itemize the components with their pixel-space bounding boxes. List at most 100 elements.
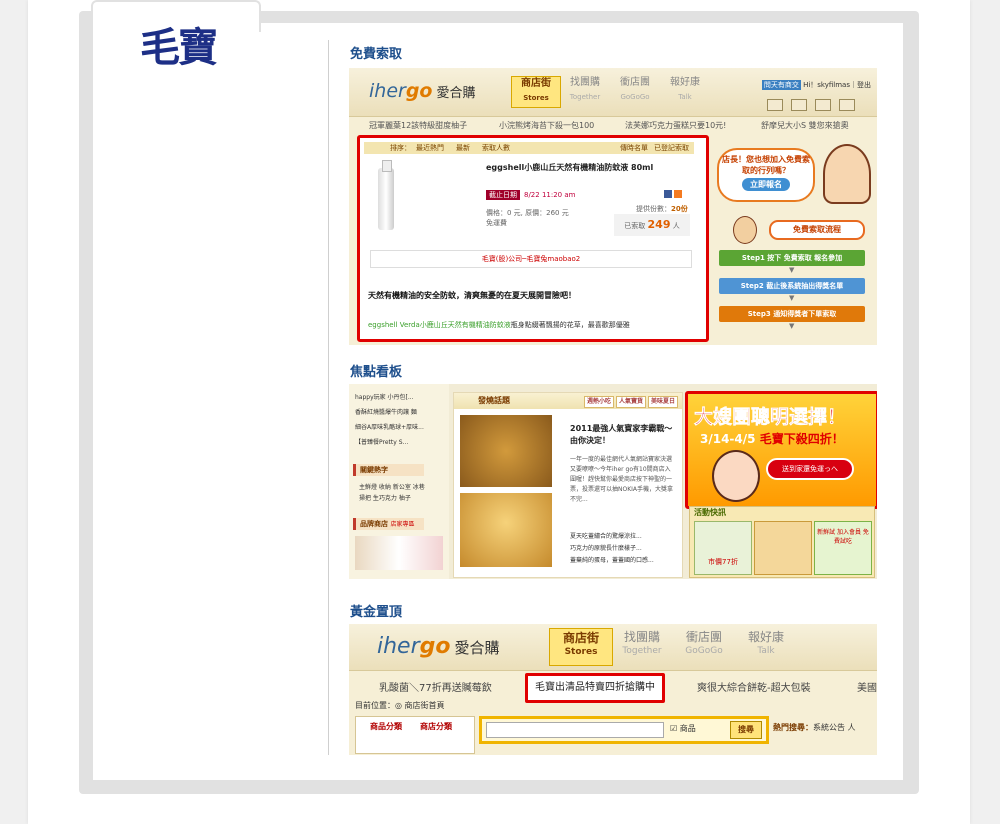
list-item[interactable]: 【普臻餐Pretty S... — [355, 435, 424, 450]
brand-store-banner[interactable] — [355, 536, 443, 570]
promo-row: 乳酸菌＼77折再送贓莓飲 毛寶出清品特賣四折搶購中 爽很大綜合餅乾-超大包裝 美… — [349, 670, 877, 703]
search-option[interactable]: ☑ 商品 — [670, 723, 696, 734]
product-image[interactable] — [378, 160, 394, 230]
sort-option[interactable]: 最新 — [456, 143, 470, 153]
promo-link[interactable]: 乳酸菌＼77折再送贓莓飲 — [379, 679, 492, 694]
chef-illustration — [823, 144, 871, 204]
tab-weekly-snacks[interactable]: 週熱小吃 — [584, 396, 615, 408]
sort-right-link[interactable]: 已登記索取 — [654, 143, 689, 153]
hot-search: 熱門搜尋：系統公告 人 — [773, 723, 856, 732]
product-highlight-box: 排序： 最近熱門 最新 索取人數 傳時名單 已登記索取 eggshell小鹿山丘… — [357, 135, 709, 342]
mail-icon[interactable] — [815, 99, 831, 111]
site-header: ihergo 愛合購 商店街 Stores 找團購 Together 衝店團 GoGoG… — [349, 68, 877, 117]
activity-news: 活動快訊 市價77折 新鮮試 加入會員 免費試吃 — [689, 506, 875, 578]
search-input[interactable] — [486, 722, 664, 738]
topic-body: 一年一度的最佳網代人氣網站寶家決選又要嘹嘹～今年iher go有10間商店入圍喔… — [570, 456, 674, 503]
company-link[interactable]: 毛寶(股)公司─毛寶兔maobao2 — [370, 250, 692, 268]
nav-tab-together[interactable]: 找團購 Together — [561, 76, 609, 106]
screenshot-focus-board: happy玩家 小丹包[... 香酥紅燒醬爆牛肉讓 麵 細谷A厚味乳酪球+厚味.… — [349, 384, 877, 579]
promo-link[interactable]: 小浣熊烤海苔下殺一包100 — [499, 120, 594, 131]
topic-title[interactable]: 2011最強人氣寶家李霸戰～由你決定！ — [570, 423, 674, 447]
tab-summer[interactable]: 美味夏日 — [648, 396, 679, 408]
topic-links: 夏天吃蓋繡合的驚爆涼拉... 巧克力的原貌長什麼樣子... 蓋棄純的蛋母，蓋蓋國… — [570, 531, 654, 567]
hot-words-heading: 關鍵熱字 — [353, 464, 424, 476]
tab-store-category[interactable]: 商店分類 — [420, 721, 452, 732]
nav-tab-stores[interactable]: 商店街 Stores — [511, 76, 561, 108]
brand-store-heading: 品牌商店 店家專區 — [353, 518, 424, 530]
ihergo-logo[interactable]: ihergo 愛合購 — [377, 634, 500, 659]
section-title-golden-top: 黃金置頂 — [350, 605, 403, 620]
plurk-icon[interactable] — [674, 190, 682, 198]
golden-top-promo[interactable]: 毛寶出清品特賣四折搶購中 — [525, 673, 665, 703]
shipping-badge: 送到家還免運っへ — [766, 458, 854, 480]
category-tabs: 商品分類 商店分類 — [355, 716, 475, 754]
maobao-logo: 毛寶 — [140, 24, 218, 71]
join-bubble: 店長！您也想加入免費索取的行列嗎？ 立即報名 — [717, 148, 815, 202]
fried-chicken-image[interactable] — [460, 415, 552, 487]
list-item[interactable]: happy玩家 小丹包[... — [355, 390, 424, 405]
activity-thumb[interactable]: 新鮮試 加入會員 免費試吃 — [814, 521, 872, 575]
topic-link[interactable]: 蓋棄純的蛋母，蓋蓋國的口感... — [570, 555, 654, 567]
nav-tab-gogogo[interactable]: 衝店團 GoGoGo — [611, 76, 659, 106]
site-header: ihergo 愛合購 商店街 Stores 找團購 Together 衝店團 GoGoG… — [349, 624, 877, 671]
search-box: ☑ 商品 搜尋 — [479, 716, 769, 744]
screenshot-golden-top: ihergo 愛合購 商店街 Stores 找團購 Together 衝店團 GoGoG… — [349, 624, 877, 755]
user-icon[interactable] — [839, 99, 855, 111]
topic-link[interactable]: 夏天吃蓋繡合的驚爆涼拉... — [570, 531, 654, 543]
screenshot-free-trial: ihergo 愛合購 商店街 Stores 找團購 Together 衝店團 GoGoG… — [349, 68, 877, 345]
promo-link[interactable]: 美國 — [857, 679, 877, 694]
facebook-icon[interactable] — [664, 190, 672, 198]
promo-banner[interactable]: 大嫂團聰明選擇！ 3/14-4/5 毛寶下殺四折！ 送到家還免運っへ — [685, 391, 877, 509]
sort-right-link[interactable]: 傳時名單 — [620, 143, 648, 153]
header-icons — [759, 96, 855, 115]
product-headline: 天然有機精油的安全防蚊，清爽無憂的在夏天展開冒險吧！ — [368, 291, 576, 300]
search-button[interactable]: 搜尋 — [730, 721, 762, 739]
waiter-illustration — [733, 216, 757, 244]
price-info: 價格：0 元, 原價：260 元免運費 — [486, 209, 569, 227]
hot-topic-panel: 發燒話題 週熱小吃 人氣寶貨 美味夏日 2011最強人氣寶家李霸戰～由你決定！ … — [453, 392, 683, 578]
section-title-focus-board: 焦點看板 — [350, 365, 403, 380]
breadcrumb: 目前位置：◎ 商店街首頁 — [355, 701, 445, 710]
left-column: happy玩家 小丹包[... 香酥紅燒醬爆牛肉讓 麵 細谷A厚味乳酪球+厚味.… — [349, 384, 449, 579]
tab-popular[interactable]: 人氣寶貨 — [616, 396, 647, 408]
ihergo-logo[interactable]: ihergo 愛合購 — [369, 80, 476, 102]
product-name[interactable]: eggshell小鹿山丘天然有機精油防蚊液 80ml — [486, 162, 653, 173]
step-2: Step2 截止後系統抽出得獎名單 — [719, 278, 865, 294]
promo-link[interactable]: 爽很大綜合餅乾-超大包裝 — [697, 679, 811, 694]
promo-link[interactable]: 冠軍麗葉12該特級甜度柚子 — [369, 120, 467, 131]
free-trial-sidebar: 店長！您也想加入免費索取的行列嗎？ 立即報名 免費索取流程 Step1 按下 免費… — [713, 134, 873, 342]
hot-words: 主鮮燈 收納 新公室 冰巷 掃把 生巧克力 柚子 — [359, 484, 425, 502]
nav-tab-stores[interactable]: 商店街 Stores — [549, 628, 613, 666]
sort-option[interactable]: 最近熱門 — [416, 143, 444, 153]
sort-option[interactable]: 索取人數 — [482, 143, 510, 153]
nav-tab-together[interactable]: 找團購 Together — [611, 628, 673, 664]
section-title-free-trial: 免費索取 — [350, 47, 403, 62]
list-item[interactable]: 香酥紅燒醬爆牛肉讓 麵 — [355, 405, 424, 420]
nav-tab-gogogo[interactable]: 衝店團 GoGoGo — [673, 628, 735, 664]
egg-tart-image[interactable] — [460, 493, 552, 567]
product-description: eggshell Verda小鹿山丘天然有機精油防蚊液瓶身點綴著飄揚的花草，最喜… — [368, 321, 630, 329]
tab-product-category[interactable]: 商品分類 — [370, 721, 402, 732]
provide-count: 提供份數：20份 — [636, 205, 688, 213]
promo-link[interactable]: 法芙娜巧克力蛋糕只要10元! — [625, 120, 726, 131]
nav-tab-talk[interactable]: 報好康 Talk — [661, 76, 709, 106]
tool-icon[interactable] — [767, 99, 783, 111]
flow-title: 免費索取流程 — [769, 220, 865, 240]
register-button[interactable]: 立即報名 — [742, 178, 790, 191]
promo-link[interactable]: 舒摩兒大小S 雙您來搶奧 — [761, 120, 849, 131]
hot-topic-header: 發燒話題 週熱小吃 人氣寶貨 美味夏日 — [454, 393, 682, 409]
nav-tab-talk[interactable]: 報好康 Talk — [735, 628, 797, 664]
step-3: Step3 通知得獎者下單索取 — [719, 306, 865, 322]
step-1: Step1 按下 免費索取 報名參加 — [719, 250, 865, 266]
user-box: 問天有商交 Hi！skyfilmas｜登出 — [761, 80, 871, 90]
list-item[interactable]: 細谷A厚味乳酪球+厚味... — [355, 420, 424, 435]
applied-count: 已索取 249 人 — [614, 214, 690, 236]
arrow-down-icon: ▼ — [789, 266, 795, 274]
topic-link[interactable]: 巧克力的原貌長什麼樣子... — [570, 543, 654, 555]
activity-thumb[interactable] — [754, 521, 812, 575]
activity-thumb[interactable]: 市價77折 — [694, 521, 752, 575]
vertical-divider — [328, 40, 329, 755]
woman-illustration — [712, 450, 760, 502]
calendar-icon[interactable] — [791, 99, 807, 111]
left-list: happy玩家 小丹包[... 香酥紅燒醬爆牛肉讓 麵 細谷A厚味乳酪球+厚味.… — [355, 390, 424, 450]
